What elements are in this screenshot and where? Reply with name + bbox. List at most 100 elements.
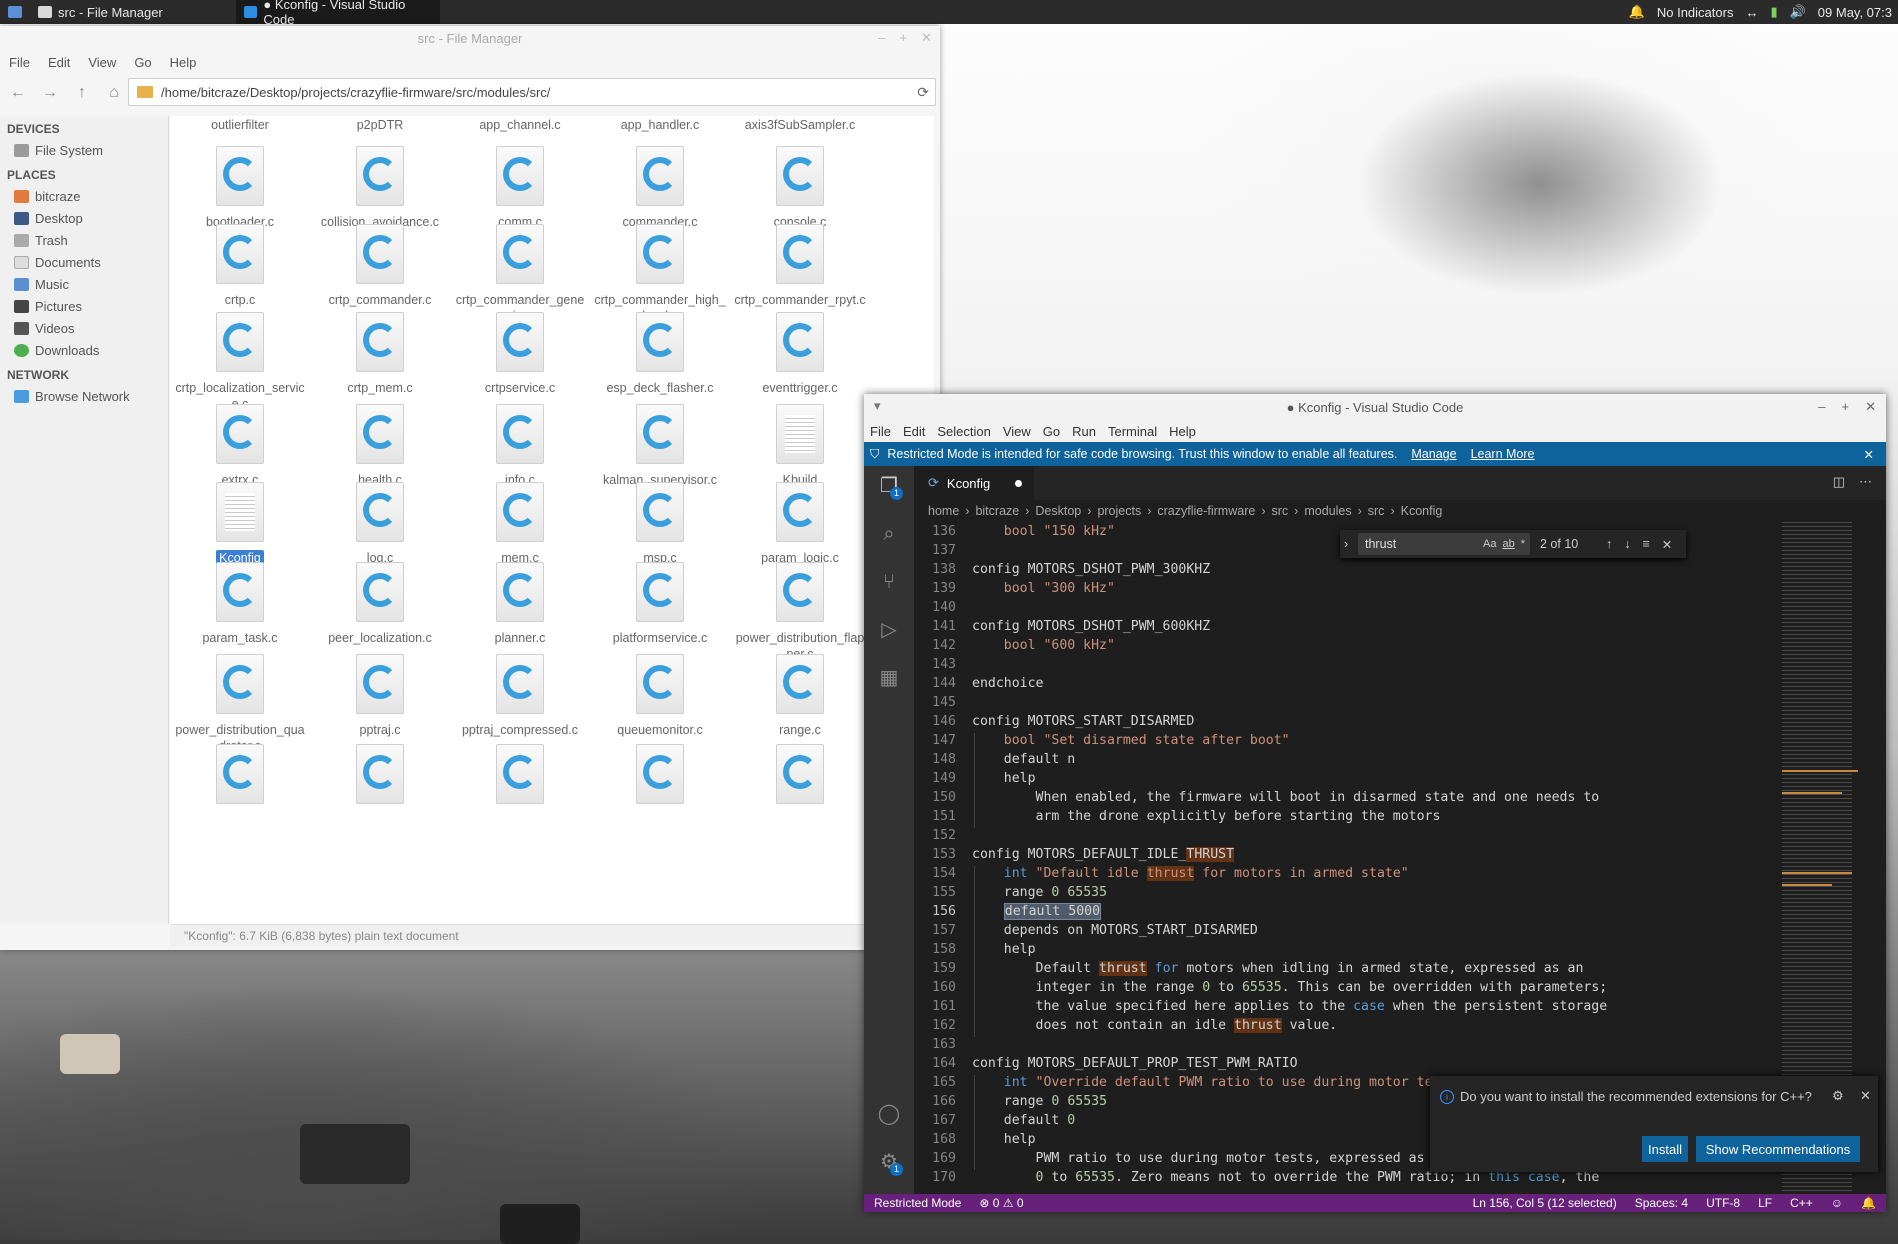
file-label[interactable]: app_channel.c	[450, 118, 590, 132]
file-label[interactable]: p2pDTR	[310, 118, 450, 132]
file-label[interactable]: crtp_commander_rpyt.c	[730, 292, 870, 308]
code-line[interactable]: endchoice	[972, 676, 1043, 691]
sidebar-item-music[interactable]: Music	[0, 274, 168, 296]
maximize-icon[interactable]: +	[1842, 399, 1850, 415]
language-status[interactable]: C++	[1790, 1196, 1813, 1210]
c-file-icon[interactable]	[356, 312, 404, 372]
back-arrow-icon[interactable]: ←	[8, 84, 28, 102]
taskbar-file-manager[interactable]: src - File Manager	[30, 0, 236, 24]
file-item[interactable]: crtp.c	[170, 224, 310, 308]
c-file-icon[interactable]	[496, 146, 544, 206]
battery-icon[interactable]: ▮	[1770, 4, 1777, 20]
encoding-status[interactable]: UTF-8	[1706, 1196, 1740, 1210]
c-file-icon[interactable]	[636, 224, 684, 284]
code-line[interactable]: help	[972, 771, 1036, 786]
file-item[interactable]: planner.c	[450, 562, 590, 646]
sidebar-item-videos[interactable]: Videos	[0, 318, 168, 340]
file-label[interactable]: range.c	[730, 722, 870, 738]
file-item[interactable]	[590, 744, 730, 812]
breadcrumb-item[interactable]: home	[928, 504, 959, 518]
c-file-icon[interactable]	[496, 482, 544, 542]
c-file-icon[interactable]	[356, 224, 404, 284]
file-label[interactable]: crtp_commander.c	[310, 292, 450, 308]
file-label[interactable]: crtpservice.c	[450, 380, 590, 396]
code-line[interactable]: Default thrust for motors when idling in…	[972, 961, 1583, 976]
menu-view[interactable]: View	[1003, 424, 1031, 439]
reload-icon[interactable]: ⟳	[917, 84, 929, 101]
c-file-icon[interactable]	[776, 312, 824, 372]
file-item[interactable]: platformservice.c	[590, 562, 730, 646]
file-label[interactable]: axis3fSubSampler.c	[730, 118, 870, 132]
problems-status[interactable]: ⊗ 0 ⚠ 0	[979, 1196, 1023, 1210]
c-file-icon[interactable]	[216, 312, 264, 372]
file-item[interactable]: crtpservice.c	[450, 312, 590, 396]
c-file-icon[interactable]	[216, 562, 264, 622]
file-label[interactable]: eventtrigger.c	[730, 380, 870, 396]
menu-run[interactable]: Run	[1072, 424, 1096, 439]
file-item[interactable]: crtp_mem.c	[310, 312, 450, 396]
file-label[interactable]: pptraj_compressed.c	[450, 722, 590, 738]
next-match-icon[interactable]: ↓	[1624, 537, 1630, 552]
explorer-icon[interactable]: ❐ 1	[877, 474, 903, 500]
file-item[interactable]: log.c	[310, 482, 450, 566]
sidebar-item-downloads[interactable]: Downloads	[0, 340, 168, 362]
run-debug-icon[interactable]: ▷	[877, 618, 901, 642]
breadcrumb-item[interactable]: bitcraze	[975, 504, 1019, 518]
code-line[interactable]: does not contain an idle thrust value.	[972, 1018, 1337, 1033]
gear-icon[interactable]: ⚙ 1	[877, 1150, 903, 1176]
c-file-icon[interactable]	[776, 562, 824, 622]
split-editor-icon[interactable]: ◫	[1833, 474, 1845, 490]
code-line[interactable]: help	[972, 1132, 1036, 1147]
file-label[interactable]: app_handler.c	[590, 118, 730, 132]
menu-edit[interactable]: Edit	[48, 55, 70, 70]
file-item[interactable]: comm.c	[450, 146, 590, 230]
c-file-icon[interactable]	[636, 482, 684, 542]
menu-selection[interactable]: Selection	[937, 424, 990, 439]
indentation-status[interactable]: Spaces: 4	[1635, 1196, 1688, 1210]
file-label[interactable]: param_task.c	[170, 630, 310, 646]
c-file-icon[interactable]	[636, 146, 684, 206]
file-item[interactable]: pptraj.c	[310, 654, 450, 738]
c-file-icon[interactable]	[356, 146, 404, 206]
menu-go[interactable]: Go	[1043, 424, 1060, 439]
code-line[interactable]: integer in the range 0 to 65535. This ca…	[972, 980, 1608, 995]
find-in-selection-icon[interactable]: ≡	[1643, 537, 1650, 552]
c-file-icon[interactable]	[216, 224, 264, 284]
c-file-icon[interactable]	[216, 654, 264, 714]
text-file-icon[interactable]	[216, 482, 264, 542]
file-item[interactable]: pptraj_compressed.c	[450, 654, 590, 738]
code-line[interactable]: default 0	[972, 1113, 1075, 1128]
regex-toggle[interactable]: *	[1521, 538, 1525, 550]
bell-icon[interactable]: 🔔	[1861, 1196, 1876, 1210]
whisker-menu-icon[interactable]	[0, 0, 30, 24]
manage-link[interactable]: Manage	[1411, 447, 1456, 461]
file-label[interactable]: pptraj.c	[310, 722, 450, 738]
restricted-mode-status[interactable]: Restricted Mode	[874, 1196, 961, 1210]
unsaved-dot-icon[interactable]	[1015, 480, 1022, 487]
c-file-icon[interactable]	[216, 404, 264, 464]
code-line[interactable]: When enabled, the firmware will boot in …	[972, 790, 1600, 805]
match-case-toggle[interactable]: Aa	[1483, 538, 1496, 550]
menu-view[interactable]: View	[88, 55, 116, 70]
file-item[interactable]: extrx.c	[170, 404, 310, 488]
file-label[interactable]: esp_deck_flasher.c	[590, 380, 730, 396]
search-icon[interactable]: ⌕	[877, 522, 901, 546]
tab-kconfig[interactable]: ⟳ Kconfig	[914, 466, 1034, 500]
menu-file[interactable]: File	[9, 55, 30, 70]
file-item[interactable]	[170, 744, 310, 812]
account-icon[interactable]: ◯	[877, 1102, 901, 1126]
file-item[interactable]: commander.c	[590, 146, 730, 230]
file-label[interactable]: peer_localization.c	[310, 630, 450, 646]
code-line[interactable]: config MOTORS_DEFAULT_PROP_TEST_PWM_RATI…	[972, 1056, 1298, 1071]
chevron-right-icon[interactable]: ›	[1344, 537, 1348, 551]
c-file-icon[interactable]	[776, 744, 824, 804]
file-item[interactable]: queuemonitor.c	[590, 654, 730, 738]
c-file-icon[interactable]	[636, 654, 684, 714]
file-item[interactable]: msp.c	[590, 482, 730, 566]
file-label[interactable]: platformservice.c	[590, 630, 730, 646]
file-item[interactable]: health.c	[310, 404, 450, 488]
code-line[interactable]: config MOTORS_DSHOT_PWM_600KHZ	[972, 619, 1210, 634]
file-item[interactable]: crtp_commander_generic.c	[450, 224, 590, 324]
file-item[interactable]: crtp_commander_rpyt.c	[730, 224, 870, 308]
sidebar-item-desktop[interactable]: Desktop	[0, 208, 168, 230]
